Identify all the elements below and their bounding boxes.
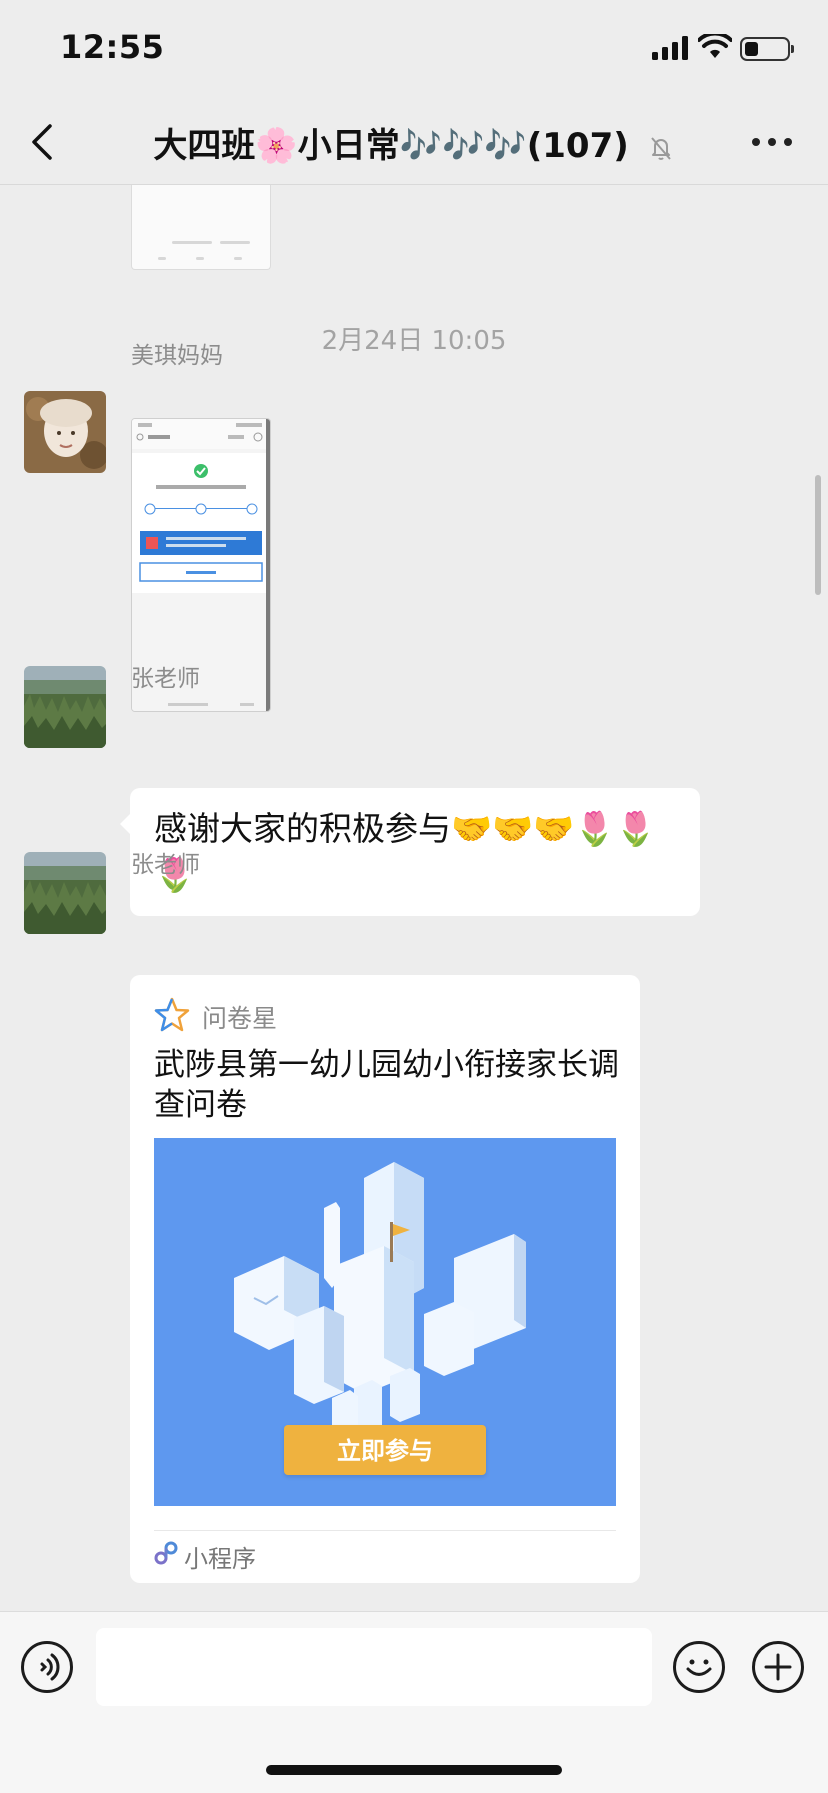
star-icon [154, 997, 190, 1032]
status-time: 12:55 [60, 28, 165, 66]
emoji-icon[interactable] [673, 1641, 725, 1693]
sender-name: 张老师 [131, 666, 200, 692]
status-bar: 12:55 [0, 0, 828, 100]
card-banner-image: 立即参与 [154, 1138, 616, 1506]
mini-program-label: 小程序 [184, 1545, 256, 1573]
group-name: 大四班🌸小日常🎶🎶🎶(107) [153, 126, 629, 166]
cellular-signal-icon [652, 36, 688, 60]
wifi-icon [698, 34, 732, 58]
message-input[interactable] [96, 1628, 652, 1706]
message-list[interactable]: 2月24日 10:05 美琪妈妈 张老师 感谢大家的积极参与🤝🤝🤝🌷🌷🌷 张老师… [0, 185, 828, 1611]
sender-name: 张老师 [131, 852, 200, 878]
scrollbar[interactable] [815, 475, 821, 595]
chat-title: 大四班🌸小日常🎶🎶🎶(107) [0, 118, 828, 167]
card-footer: 小程序 [154, 1539, 256, 1573]
card-divider [154, 1530, 616, 1531]
card-source-name: 问卷星 [202, 1004, 278, 1033]
message-timestamp: 2月24日 10:05 [321, 326, 507, 356]
sender-name: 美琪妈妈 [131, 343, 223, 369]
avatar[interactable] [24, 666, 106, 748]
card-source: 问卷星 [154, 997, 277, 1033]
more-icon[interactable] [752, 138, 792, 148]
avatar[interactable] [24, 391, 106, 473]
home-indicator[interactable] [266, 1765, 562, 1775]
plus-icon[interactable] [752, 1641, 804, 1693]
avatar[interactable] [24, 852, 106, 934]
card-title: 武陟县第一幼儿园幼小衔接家长调查问卷 [154, 1047, 619, 1123]
mute-bell-icon [650, 136, 671, 160]
chat-header: 大四班🌸小日常🎶🎶🎶(107) [0, 100, 828, 185]
mini-program-card[interactable]: 问卷星 武陟县第一幼儿园幼小衔接家长调查问卷 立即参与 小程序 [130, 975, 640, 1583]
mini-program-icon [154, 1541, 178, 1565]
text-message-bubble[interactable]: 感谢大家的积极参与🤝🤝🤝🌷🌷🌷 [120, 788, 700, 916]
previous-image-message[interactable] [131, 185, 271, 270]
join-button[interactable]: 立即参与 [284, 1425, 486, 1475]
battery-icon [740, 37, 794, 61]
voice-icon[interactable] [21, 1641, 73, 1693]
